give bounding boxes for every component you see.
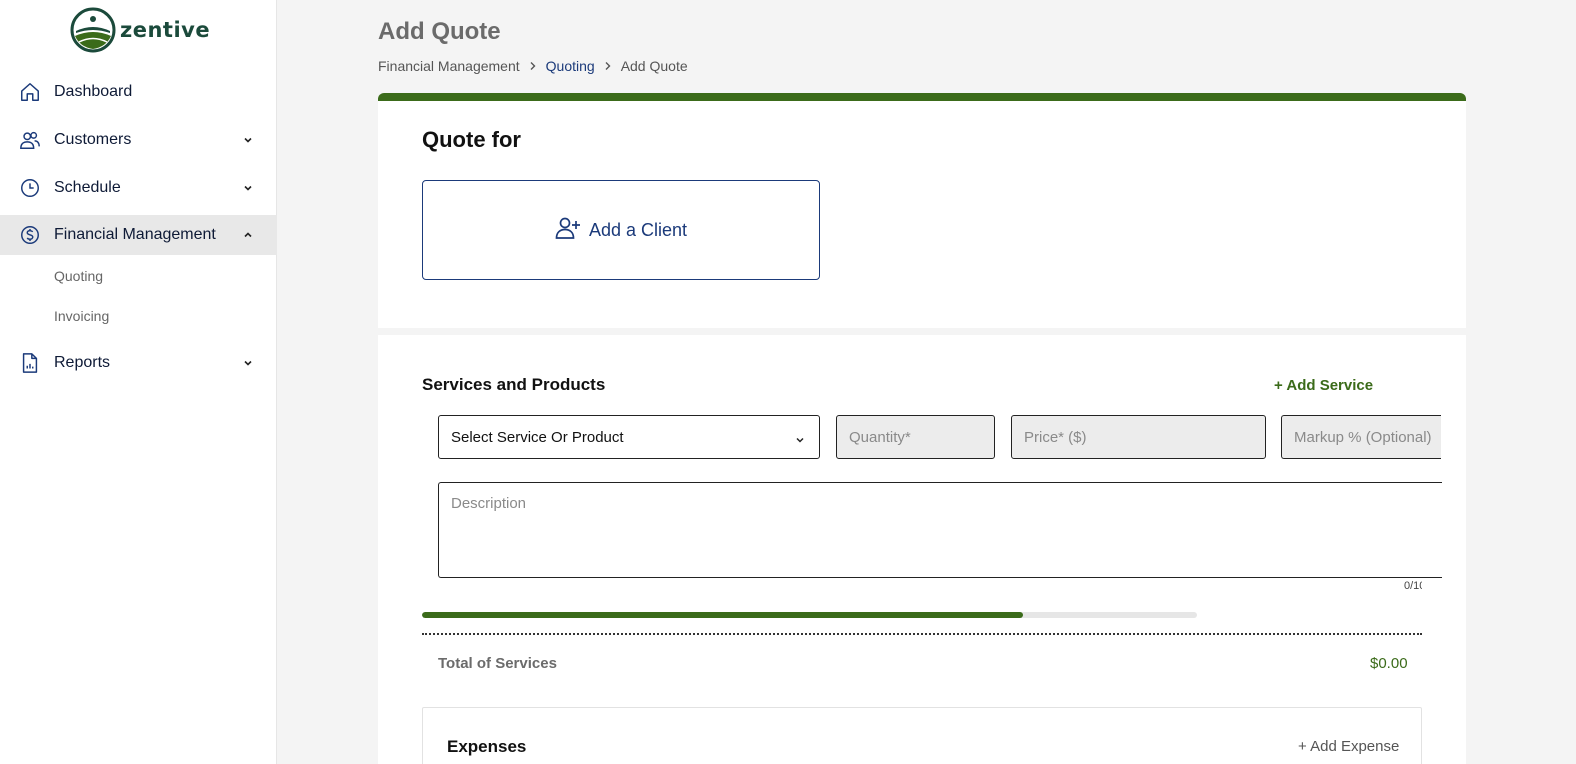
divider	[422, 633, 1422, 635]
users-icon	[19, 129, 41, 151]
quote-for-card: Quote for Add a Client	[378, 93, 1466, 328]
add-client-button[interactable]: Add a Client	[422, 180, 820, 280]
price-input[interactable]: Price* ($)	[1011, 415, 1266, 459]
breadcrumb-item-financial-management[interactable]: Financial Management	[378, 58, 520, 74]
sidebar-item-label: Financial Management	[54, 226, 216, 243]
chevron-down-icon	[242, 357, 254, 369]
clock-icon	[19, 177, 41, 199]
home-icon	[19, 81, 41, 103]
chevron-down-icon	[795, 432, 805, 449]
breadcrumb-item-current: Add Quote	[620, 58, 688, 74]
report-icon	[19, 352, 41, 374]
description-textarea[interactable]: Description	[438, 482, 1442, 578]
progress-fill	[422, 612, 1023, 618]
dollar-circle-icon	[19, 224, 41, 246]
markup-input[interactable]: Markup % (Optional)	[1281, 415, 1441, 459]
services-card: Services and Products + Add Service Sele…	[378, 335, 1466, 764]
services-title: Services and Products	[422, 375, 606, 394]
sidebar-item-dashboard[interactable]: Dashboard	[0, 72, 277, 112]
chevron-down-icon	[242, 182, 254, 194]
chevron-up-icon	[242, 229, 254, 241]
markup-placeholder: Markup % (Optional)	[1294, 428, 1432, 446]
chevron-right-icon	[604, 59, 612, 74]
quote-for-heading: Quote for	[422, 127, 521, 152]
sidebar-subitem-invoicing[interactable]: Invoicing	[54, 308, 109, 324]
add-expense-button[interactable]: + Add Expense	[1298, 738, 1399, 755]
sidebar: zentive Dashboard Customers Schedule Fin…	[0, 0, 277, 764]
sidebar-item-label: Reports	[54, 354, 111, 371]
sidebar-item-financial-management[interactable]: Financial Management	[0, 215, 277, 255]
logo[interactable]: zentive	[70, 7, 210, 53]
services-progress-bar	[422, 612, 1197, 618]
add-client-label: Add a Client	[588, 219, 688, 240]
sidebar-subitem-quoting[interactable]: Quoting	[54, 268, 103, 284]
sidebar-item-schedule[interactable]: Schedule	[0, 168, 277, 208]
select-label: Select Service Or Product	[451, 428, 624, 446]
sidebar-item-label: Customers	[54, 131, 132, 148]
char-counter: 0/10	[1404, 580, 1422, 592]
sidebar-item-reports[interactable]: Reports	[0, 343, 277, 383]
sidebar-item-customers[interactable]: Customers	[0, 120, 277, 160]
user-plus-icon	[555, 216, 581, 245]
expenses-section: Expenses + Add Expense	[422, 707, 1422, 764]
quantity-placeholder: Quantity*	[849, 428, 911, 446]
price-placeholder: Price* ($)	[1024, 428, 1087, 446]
chevron-down-icon	[242, 134, 254, 146]
breadcrumb-item-quoting[interactable]: Quoting	[546, 58, 595, 74]
add-service-button[interactable]: + Add Service	[1274, 377, 1373, 394]
service-product-select[interactable]: Select Service Or Product	[438, 415, 820, 459]
brand-name: zentive	[120, 18, 211, 42]
zentive-logo-icon	[70, 7, 116, 53]
sidebar-item-label: Schedule	[54, 179, 121, 196]
sidebar-item-label: Dashboard	[54, 83, 133, 100]
chevron-right-icon	[529, 59, 537, 74]
page-title: Add Quote	[378, 18, 501, 45]
breadcrumb: Financial Management Quoting Add Quote	[378, 58, 688, 74]
description-placeholder: Description	[451, 495, 527, 512]
total-services-value: $0.00	[1370, 655, 1408, 672]
expenses-title: Expenses	[447, 737, 527, 756]
quantity-input[interactable]: Quantity*	[836, 415, 995, 459]
total-services-label: Total of Services	[438, 655, 557, 672]
